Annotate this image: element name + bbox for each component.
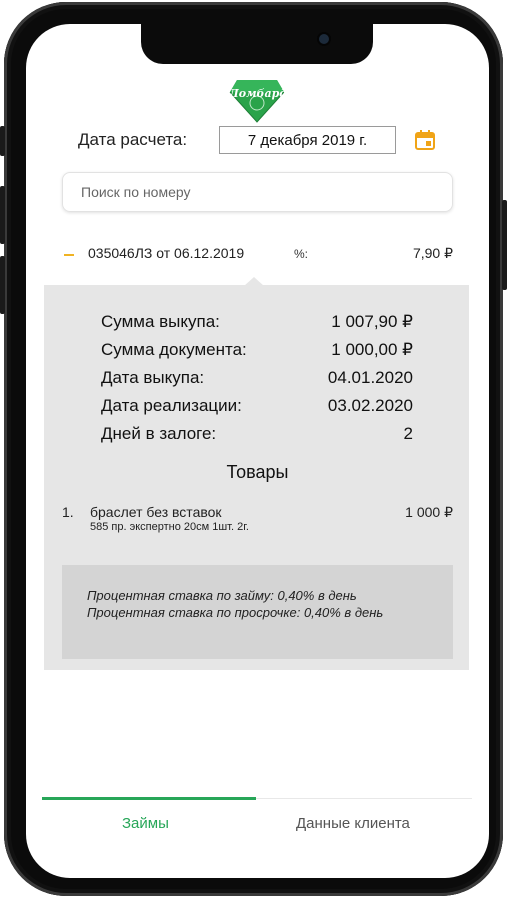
search-input[interactable]: Поиск по номеру (62, 172, 453, 212)
tab-loans[interactable]: Займы (122, 815, 169, 832)
search-placeholder: Поиск по номеру (81, 184, 191, 200)
goods-title: Товары (226, 462, 289, 482)
brand-logo: Ломбард (229, 76, 287, 124)
rates-box: Процентная ставка по займу: 0,40% в день… (62, 565, 453, 659)
detail-key: Дней в залоге: (101, 424, 217, 443)
calc-date-label: Дата расчета: (78, 130, 188, 149)
app-screen: Ломбард Дата расчета: 7 декабря 2019 г. … (26, 24, 489, 878)
notch (141, 24, 373, 64)
bottom-tabs: Займы Данные клиента (42, 797, 472, 849)
overdue-rate-text: Процентная ставка по просрочке: 0,40% в … (87, 605, 384, 620)
detail-value: 03.02.2020 (327, 396, 413, 415)
detail-key: Дата выкупа: (101, 368, 205, 387)
volume-down-button (0, 256, 5, 314)
detail-key: Дата реализации: (101, 396, 242, 415)
loan-percent-label: %: (294, 247, 309, 261)
logo-text: Ломбард (229, 87, 287, 100)
camera-icon (319, 34, 329, 44)
goods-item-number: 1. (62, 504, 74, 520)
loan-amount: 7,90 ₽ (412, 245, 453, 261)
mute-switch (0, 126, 5, 156)
loan-header[interactable]: 035046ЛЗ от 06.12.2019 %: 7,90 ₽ (62, 244, 453, 266)
loan-rate-text: Процентная ставка по займу: 0,40% в день (87, 588, 357, 603)
minus-icon[interactable] (64, 254, 74, 256)
power-button (502, 200, 507, 290)
calendar-icon[interactable] (415, 130, 435, 150)
detail-value: 2 (403, 424, 413, 443)
volume-up-button (0, 186, 5, 244)
phone-frame: Ломбард Дата расчета: 7 декабря 2019 г. … (4, 2, 503, 896)
goods-item-price: 1 000 ₽ (405, 504, 453, 520)
goods-item-name: браслет без вставок (90, 504, 222, 520)
detail-value: 1 000,00 ₽ (331, 340, 413, 359)
detail-key: Сумма выкупа: (101, 312, 220, 331)
goods-item-description: 585 пр. экспертно 20см 1шт. 2г. (90, 521, 249, 533)
detail-value: 1 007,90 ₽ (331, 312, 413, 331)
detail-key: Сумма документа: (101, 340, 247, 359)
tab-client-data[interactable]: Данные клиента (296, 815, 410, 832)
calc-date-field[interactable]: 7 декабря 2019 г. (219, 126, 396, 154)
active-tab-indicator (42, 797, 256, 800)
detail-value: 04.01.2020 (327, 368, 413, 387)
loan-title: 035046ЛЗ от 06.12.2019 (88, 245, 245, 261)
